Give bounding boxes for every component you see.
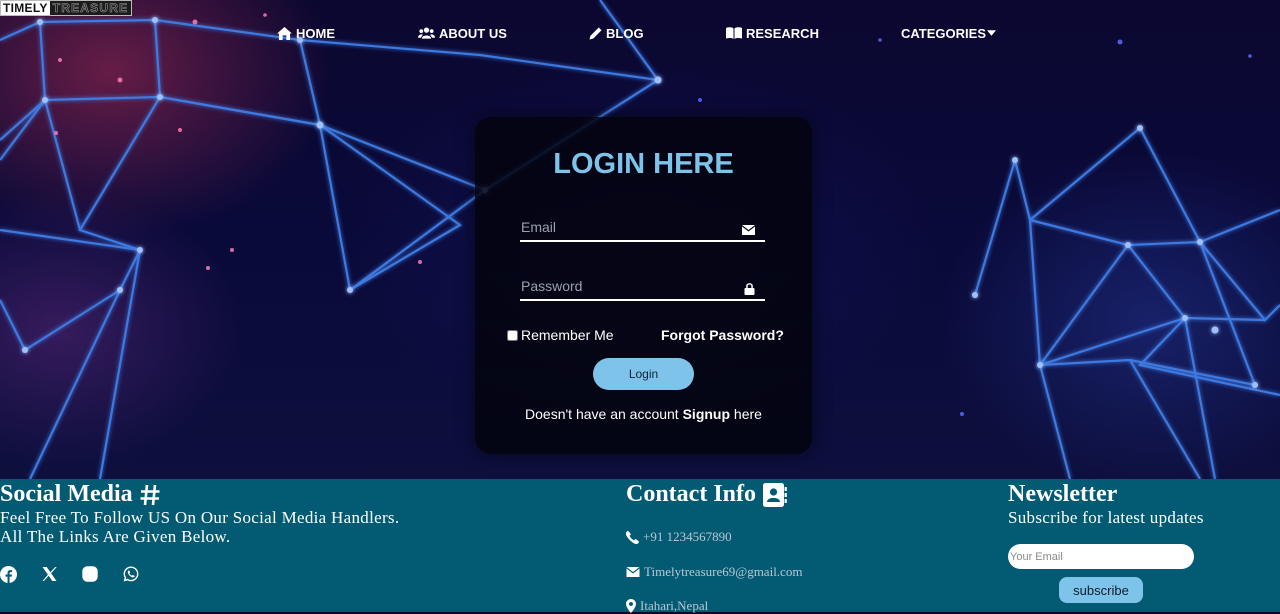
forgot-password-link[interactable]: Forgot Password? [661, 327, 784, 343]
contact-email-text: Timelytreasure69@gmail.com [644, 564, 803, 579]
newsletter-title: Newsletter [1008, 481, 1118, 507]
social-media-title-text: Social Media [0, 481, 133, 507]
instagram-link[interactable] [82, 566, 123, 582]
location-pin-icon [626, 599, 636, 613]
home-icon [277, 26, 292, 40]
lock-icon [744, 283, 755, 295]
instagram-icon [82, 566, 98, 582]
x-link[interactable] [41, 566, 82, 582]
phone-icon [626, 530, 639, 544]
subscribe-button[interactable]: subscribe [1059, 577, 1143, 603]
social-media-line-1: Feel Free To Follow US On Our Social Med… [0, 508, 400, 527]
password-input[interactable] [520, 273, 731, 299]
remember-me-label: Remember Me [521, 327, 614, 343]
login-title: LOGIN HERE [553, 148, 734, 180]
social-media-line-2: All The Links Are Given Below. [0, 527, 231, 546]
nav-home[interactable]: HOME [277, 24, 335, 42]
remember-me[interactable]: Remember Me [507, 327, 614, 343]
users-icon [418, 27, 435, 39]
signup-prefix: Doesn't have an account [525, 406, 683, 422]
nav-home-label: HOME [296, 25, 335, 41]
nav-research[interactable]: RESEARCH [726, 24, 819, 42]
signup-prompt: Doesn't have an account Signup here [475, 406, 812, 422]
envelope-icon [742, 225, 755, 235]
newsletter-email-input[interactable] [1008, 544, 1194, 569]
signup-suffix: here [730, 406, 762, 422]
social-media-title: Social Media [0, 481, 161, 508]
contact-phone-text: +91 1234567890 [643, 529, 732, 544]
login-button[interactable]: Login [593, 358, 694, 390]
footer: Social Media Feel Free To Follow US On O… [0, 479, 1280, 613]
nav-categories-dropdown[interactable]: CATEGORIES [901, 24, 996, 42]
nav-blog-label: BLOG [606, 25, 644, 41]
login-card: LOGIN HERE Remember Me Forgot Password? … [475, 117, 812, 454]
nav-about-us-label: ABOUT US [439, 25, 507, 41]
email-input[interactable] [520, 214, 731, 240]
contact-info-title-text: Contact Info [626, 481, 756, 507]
address-book-icon [763, 482, 787, 507]
logo-text-treasure: TREASURE [49, 1, 132, 15]
whatsapp-link[interactable] [123, 566, 164, 582]
nav-about-us[interactable]: ABOUT US [418, 24, 507, 42]
contact-info-title: Contact Info [626, 481, 787, 508]
password-field-wrapper [520, 273, 765, 301]
logo-text-timely: TIMELY [3, 1, 48, 15]
nav-categories-label: CATEGORIES [901, 25, 986, 41]
x-icon [42, 567, 57, 581]
social-links [0, 565, 164, 583]
contact-email: Timelytreasure69@gmail.com [626, 564, 802, 580]
pencil-icon [589, 26, 602, 40]
contact-phone: +91 1234567890 [626, 529, 732, 545]
facebook-link[interactable] [0, 565, 41, 583]
whatsapp-icon [123, 566, 139, 582]
hashtag-icon [140, 484, 160, 505]
book-icon [726, 27, 742, 39]
newsletter-subtitle: Subscribe for latest updates [1008, 508, 1204, 527]
caret-down-icon [987, 30, 996, 36]
envelope-icon [626, 567, 640, 577]
facebook-icon [0, 565, 17, 583]
remember-me-checkbox[interactable] [507, 329, 518, 341]
signup-link[interactable]: Signup [683, 406, 730, 422]
nav-research-label: RESEARCH [746, 25, 819, 41]
nav-blog[interactable]: BLOG [589, 24, 644, 42]
email-field-wrapper [520, 214, 765, 242]
site-logo[interactable]: TIMELY TREASURE [0, 0, 133, 16]
